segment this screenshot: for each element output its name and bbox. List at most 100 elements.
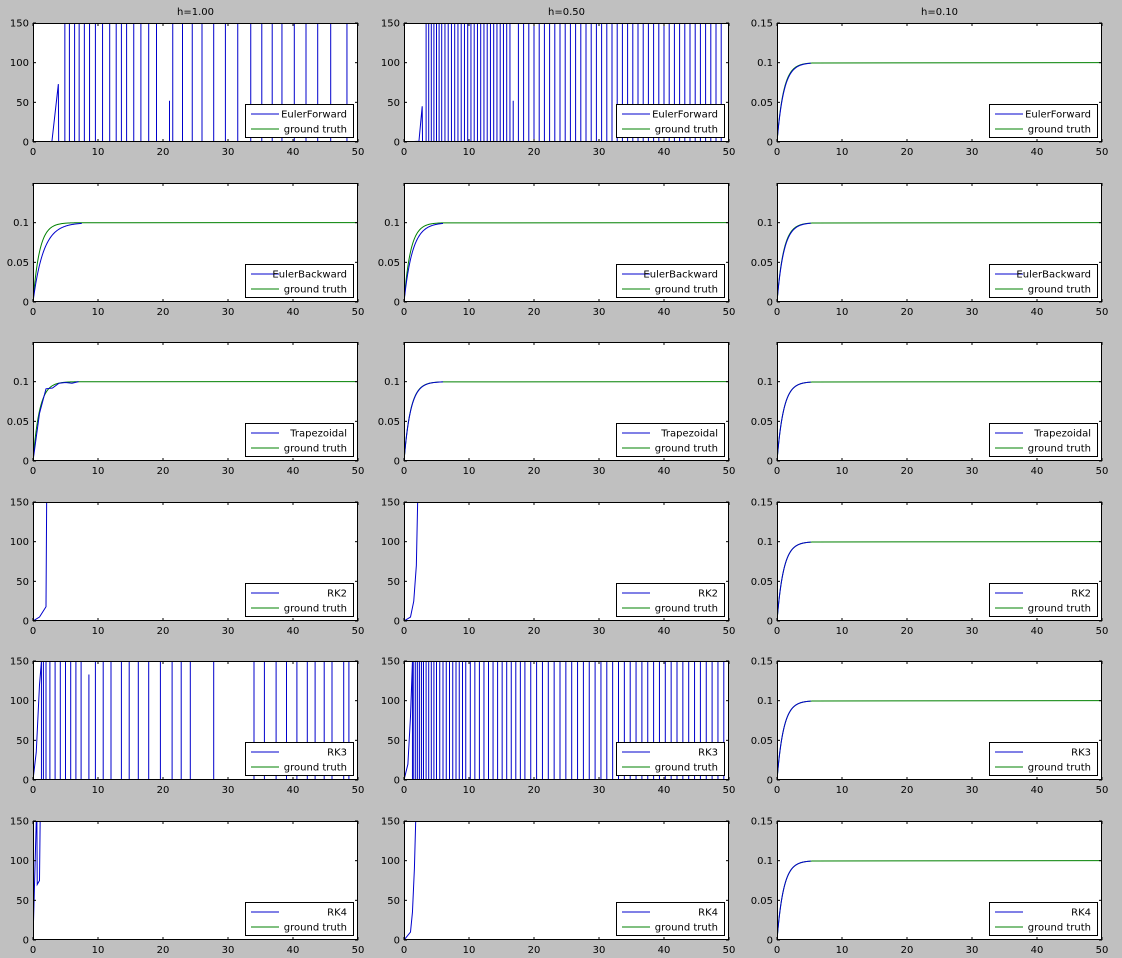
x-tick-label: 40 (287, 147, 300, 158)
y-tick-label: 150 (381, 657, 400, 668)
y-tick-label: 0 (23, 457, 29, 468)
x-tick-label: 20 (901, 945, 914, 956)
y-tick-label: 0.05 (751, 577, 773, 588)
x-tick-label: 10 (836, 785, 849, 796)
legend-label-truth: ground truth (284, 604, 347, 615)
y-tick-label: 0 (767, 617, 773, 628)
legend: RK2 ground truth (989, 583, 1098, 617)
y-tick-label: 0.1 (757, 696, 773, 707)
x-tick-label: 40 (1031, 945, 1044, 956)
x-tick-label: 20 (901, 626, 914, 637)
x-tick-label: 40 (287, 307, 300, 318)
x-tick-label: 40 (287, 785, 300, 796)
legend: EulerForward ground truth (245, 104, 354, 138)
x-tick-label: 10 (463, 626, 476, 637)
legend-label-truth: ground truth (1028, 444, 1091, 455)
y-tick-label: 0.05 (751, 896, 773, 907)
x-tick-label: 0 (774, 147, 780, 158)
x-tick-label: 10 (463, 785, 476, 796)
legend-label-method: RK2 (327, 589, 347, 600)
legend-label-method: EulerBackward (272, 270, 347, 281)
subplot-2-2: 0 10 20 30 40 50 0 0.05 0.1 Trapezoidal ground tru… (751, 342, 1108, 477)
x-tick-label: 10 (92, 945, 105, 956)
y-tick-label: 100 (381, 696, 400, 707)
y-tick-label: 100 (10, 696, 29, 707)
y-tick-label: 0.1 (384, 218, 400, 229)
x-tick-label: 40 (1031, 466, 1044, 477)
legend-label-truth: ground truth (1028, 604, 1091, 615)
legend-label-truth: ground truth (655, 125, 718, 136)
x-tick-label: 30 (222, 147, 235, 158)
x-tick-label: 30 (593, 466, 606, 477)
x-tick-label: 20 (157, 945, 170, 956)
y-tick-label: 100 (10, 537, 29, 548)
x-tick-label: 30 (593, 945, 606, 956)
x-tick-label: 40 (658, 466, 671, 477)
legend: EulerBackward ground truth (245, 264, 354, 298)
legend-label-truth: ground truth (1028, 763, 1091, 774)
legend-label-method: EulerForward (1025, 110, 1091, 121)
subplot-0-2: 0 10 20 30 40 50 0 0.05 0.1 0.15 h=0.10 EulerForwar… (751, 7, 1109, 158)
x-tick-label: 20 (901, 466, 914, 477)
legend: RK3 ground truth (616, 742, 725, 776)
x-tick-label: 40 (287, 626, 300, 637)
x-tick-label: 50 (352, 945, 365, 956)
x-tick-label: 30 (593, 147, 606, 158)
x-tick-label: 10 (836, 945, 849, 956)
legend-label-truth: ground truth (1028, 285, 1091, 296)
x-tick-label: 0 (401, 626, 407, 637)
legend-label-method: RK4 (327, 908, 347, 919)
y-tick-label: 50 (387, 736, 400, 747)
x-tick-label: 40 (1031, 785, 1044, 796)
legend: RK2 ground truth (616, 583, 725, 617)
y-tick-label: 50 (387, 98, 400, 109)
y-tick-label: 0 (394, 298, 400, 309)
x-tick-label: 20 (528, 945, 541, 956)
figure: 0 10 20 30 40 50050100150h=1.00EulerForwardgr… (0, 0, 1122, 958)
x-tick-label: 30 (222, 626, 235, 637)
y-tick-label: 0 (394, 936, 400, 947)
legend: RK4 ground truth (989, 902, 1098, 936)
y-tick-label: 100 (10, 856, 29, 867)
y-tick-label: 0.1 (384, 377, 400, 388)
y-tick-label: 0.1 (757, 377, 773, 388)
y-tick-label: 0.05 (7, 258, 29, 269)
x-tick-label: 50 (723, 307, 736, 318)
subplot-title: h=0.10 (921, 7, 958, 18)
x-tick-label: 20 (528, 147, 541, 158)
y-tick-label: 0.05 (7, 417, 29, 428)
x-tick-label: 10 (463, 945, 476, 956)
y-tick-label: 0.05 (378, 258, 400, 269)
legend-label-method: EulerForward (652, 110, 718, 121)
x-tick-label: 30 (966, 785, 979, 796)
subplot-2-0: 0 10 20 30 40 50 0 0.05 0.1 Trapezoidal ground tru… (7, 342, 365, 477)
x-tick-label: 20 (528, 626, 541, 637)
subplot-3-2: 0 10 20 30 40 50 0 0.05 0.1 0.15 RK2 ground truth (751, 498, 1109, 638)
x-tick-label: 50 (352, 466, 365, 477)
x-tick-label: 40 (1031, 307, 1044, 318)
y-tick-label: 0 (23, 617, 29, 628)
y-tick-label: 0.1 (757, 58, 773, 69)
x-tick-label: 40 (658, 945, 671, 956)
y-tick-label: 50 (16, 896, 29, 907)
x-tick-label: 50 (1096, 785, 1109, 796)
x-tick-label: 10 (463, 307, 476, 318)
x-tick-label: 10 (92, 626, 105, 637)
x-tick-label: 0 (774, 307, 780, 318)
legend-label-method: Trapezoidal (1033, 429, 1091, 440)
legend: EulerForward ground truth (616, 104, 725, 138)
legend-label-truth: ground truth (284, 125, 347, 136)
x-tick-label: 30 (222, 466, 235, 477)
x-tick-label: 0 (30, 147, 36, 158)
legend-label-truth: ground truth (655, 285, 718, 296)
y-tick-label: 0.05 (751, 258, 773, 269)
subplot-4-2: 0 10 20 30 40 50 0 0.05 0.1 0.15 RK3 ground truth (751, 657, 1109, 797)
subplot-4-1: 0 10 20 30 40 50 0 50 100 150 RK3 ground truth (381, 657, 735, 797)
y-tick-label: 0.05 (751, 736, 773, 747)
subplot-2-1: 0 10 20 30 40 50 0 0.05 0.1 Trapezoidal ground tru… (378, 342, 735, 477)
x-tick-label: 50 (352, 626, 365, 637)
x-tick-label: 30 (222, 785, 235, 796)
x-tick-label: 30 (966, 626, 979, 637)
y-tick-label: 0 (767, 138, 773, 149)
x-tick-label: 40 (658, 626, 671, 637)
